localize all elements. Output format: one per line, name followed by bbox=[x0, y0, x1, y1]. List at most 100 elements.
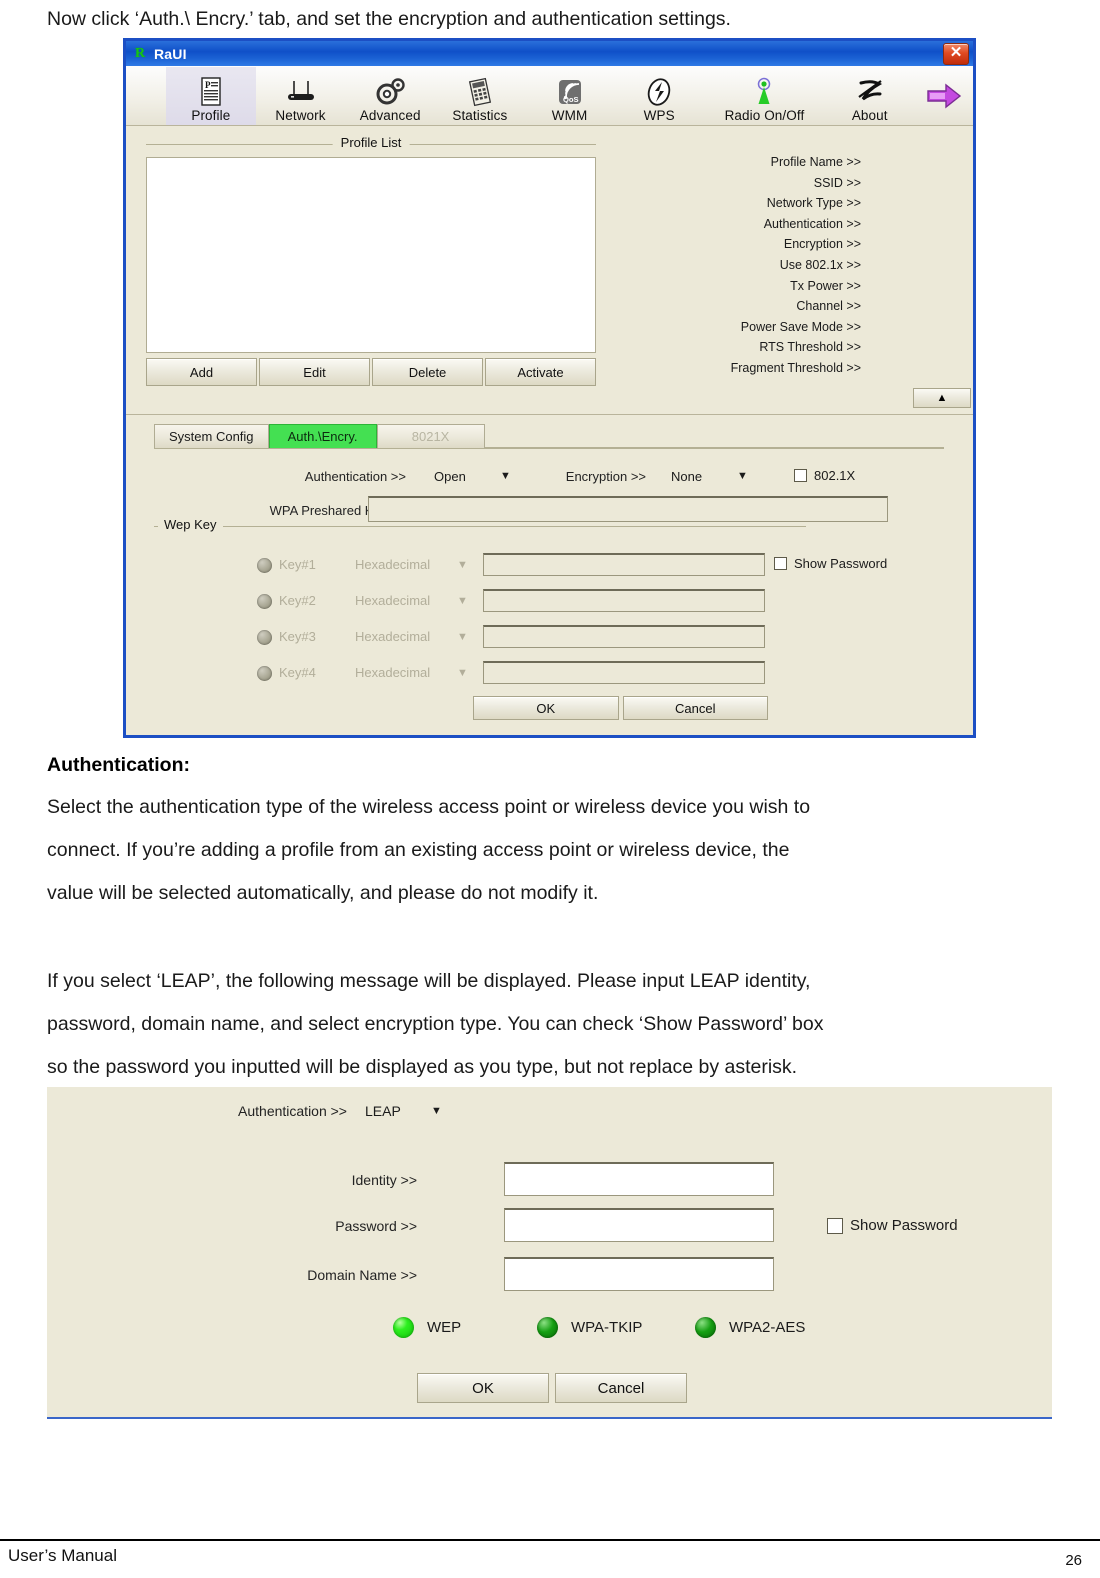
para1-line2: connect. If you’re adding a profile from… bbox=[47, 839, 790, 861]
raui-logo-icon: R bbox=[134, 45, 146, 61]
key3-format[interactable]: Hexadecimal bbox=[355, 629, 430, 644]
toolbar-item-wmm[interactable]: QoS WMM bbox=[525, 67, 615, 125]
toolbar-label-advanced: Advanced bbox=[359, 108, 421, 123]
domain-name-input[interactable] bbox=[504, 1257, 774, 1291]
profile-list-area[interactable] bbox=[146, 157, 596, 353]
password-input[interactable] bbox=[504, 1208, 774, 1242]
chevron-down-icon[interactable]: ▼ bbox=[457, 667, 468, 679]
password-label: Password >> bbox=[335, 1218, 417, 1234]
wpa2-aes-radio[interactable] bbox=[695, 1317, 716, 1338]
tab-8021x[interactable]: 8021X bbox=[376, 424, 485, 448]
raui-window: R RaUI ✕ P Profile Network Advanced Stat… bbox=[123, 38, 976, 738]
prop-profile-name: Profile Name >> bbox=[770, 155, 861, 169]
tab-system-config[interactable]: System Config bbox=[154, 424, 269, 448]
delete-button[interactable]: Delete bbox=[372, 358, 483, 386]
dot1x-checkbox[interactable]: 802.1X bbox=[794, 468, 855, 483]
wps-icon bbox=[645, 76, 673, 108]
leap-cancel-button[interactable]: Cancel bbox=[555, 1373, 687, 1403]
encryption-value: None bbox=[671, 469, 703, 484]
prop-authentication: Authentication >> bbox=[763, 216, 861, 231]
key3-radio[interactable] bbox=[257, 630, 272, 645]
ok-button[interactable]: OK bbox=[473, 696, 619, 720]
footer-manual-label: User’s Manual bbox=[8, 1546, 117, 1565]
profile-icon: P bbox=[197, 76, 225, 108]
toolbar-item-advanced[interactable]: Advanced bbox=[345, 67, 435, 125]
svg-text:QoS: QoS bbox=[563, 95, 579, 104]
toolbar-item-wps[interactable]: WPS bbox=[614, 67, 704, 125]
settings-tabs: System Config Auth.\Encry. 8021X bbox=[154, 424, 944, 449]
main-toolbar: P Profile Network Advanced Statistics Qo… bbox=[126, 66, 973, 126]
wpa-tkip-radio[interactable] bbox=[537, 1317, 558, 1338]
para2-line2: password, domain name, and select encryp… bbox=[47, 1013, 824, 1035]
purple-arrow-icon[interactable] bbox=[915, 67, 973, 125]
activate-button[interactable]: Activate bbox=[485, 358, 596, 386]
key4-label: Key#4 bbox=[279, 665, 316, 680]
prop-network-type: Network Type >> bbox=[766, 196, 861, 211]
section-heading: Authentication: bbox=[47, 754, 190, 776]
toolbar-label-about: About bbox=[851, 108, 888, 123]
chevron-down-icon[interactable]: ▼ bbox=[457, 631, 468, 643]
panel-divider bbox=[126, 414, 973, 415]
key4-format[interactable]: Hexadecimal bbox=[355, 665, 430, 680]
tab-auth-encry[interactable]: Auth.\Encry. bbox=[268, 424, 377, 448]
add-button[interactable]: Add bbox=[146, 358, 257, 386]
dot1x-label: 802.1X bbox=[814, 468, 856, 483]
toolbar-item-about[interactable]: About bbox=[825, 67, 915, 125]
identity-label: Identity >> bbox=[351, 1172, 417, 1188]
cancel-button[interactable]: Cancel bbox=[622, 696, 768, 720]
toolbar-item-statistics[interactable]: Statistics bbox=[435, 67, 525, 125]
encryption-select[interactable]: None ▼ bbox=[671, 469, 748, 484]
wep-show-password-label: Show Password bbox=[794, 556, 888, 571]
wep-key-group: Wep Key bbox=[154, 517, 806, 532]
key1-radio[interactable] bbox=[257, 558, 272, 573]
wmm-qos-icon: QoS bbox=[555, 76, 585, 108]
key2-format[interactable]: Hexadecimal bbox=[355, 593, 430, 608]
key4-input[interactable] bbox=[483, 661, 765, 684]
tabstrip-filler bbox=[484, 424, 944, 448]
collapse-panel-button[interactable]: ▲ bbox=[913, 388, 971, 408]
chevron-down-icon[interactable]: ▼ bbox=[457, 559, 468, 571]
leap-ok-button[interactable]: OK bbox=[417, 1373, 549, 1403]
toolbar-item-profile[interactable]: P Profile bbox=[166, 67, 256, 125]
key2-label: Key#2 bbox=[279, 593, 316, 608]
key3-label: Key#3 bbox=[279, 629, 316, 644]
raui-dialog-buttons: OK Cancel bbox=[473, 696, 768, 720]
toolbar-label-radio-onoff: Radio On/Off bbox=[724, 108, 805, 123]
key4-radio[interactable] bbox=[257, 666, 272, 681]
key1-input[interactable] bbox=[483, 553, 765, 576]
key2-radio[interactable] bbox=[257, 594, 272, 609]
leap-settings-dialog: Authentication >> LEAP ▼ Identity >> Pas… bbox=[47, 1087, 1052, 1419]
key1-format[interactable]: Hexadecimal bbox=[355, 557, 430, 572]
prop-rts-threshold: RTS Threshold >> bbox=[759, 340, 861, 355]
leap-dialog-buttons: OK Cancel bbox=[417, 1373, 687, 1403]
wpa-tkip-radio-label: WPA-TKIP bbox=[571, 1319, 643, 1336]
footer-page-number: 26 bbox=[1065, 1552, 1082, 1569]
wpa2-aes-radio-label: WPA2-AES bbox=[729, 1319, 806, 1336]
close-icon[interactable]: ✕ bbox=[943, 43, 969, 65]
encryption-label: Encryption >> bbox=[565, 469, 646, 484]
svg-text:P: P bbox=[205, 80, 211, 90]
leap-show-password-checkbox[interactable]: Show Password bbox=[827, 1217, 958, 1234]
toolbar-item-radio-onoff[interactable]: Radio On/Off bbox=[704, 67, 825, 125]
edit-button[interactable]: Edit bbox=[259, 358, 370, 386]
toolbar-item-network[interactable]: Network bbox=[256, 67, 346, 125]
toolbar-label-network: Network bbox=[275, 108, 326, 123]
radio-onoff-icon bbox=[751, 76, 777, 108]
wep-radio[interactable] bbox=[393, 1317, 414, 1338]
authentication-value: Open bbox=[434, 469, 466, 484]
identity-input[interactable] bbox=[504, 1162, 774, 1196]
wpa-psk-input[interactable] bbox=[368, 496, 888, 522]
profile-list-title: Profile List bbox=[332, 135, 410, 150]
leap-authentication-select[interactable]: LEAP ▼ bbox=[365, 1103, 442, 1119]
key3-input[interactable] bbox=[483, 625, 765, 648]
checkbox-box bbox=[794, 469, 807, 482]
profile-list-group: Profile List bbox=[146, 135, 596, 382]
about-icon bbox=[855, 76, 885, 108]
wep-show-password-checkbox[interactable]: Show Password bbox=[774, 556, 887, 571]
leap-authentication-value: LEAP bbox=[365, 1103, 401, 1119]
chevron-down-icon[interactable]: ▼ bbox=[457, 595, 468, 607]
toolbar-label-statistics: Statistics bbox=[452, 108, 508, 123]
key2-input[interactable] bbox=[483, 589, 765, 612]
advanced-icon bbox=[373, 76, 407, 108]
leap-authentication-label: Authentication >> bbox=[238, 1103, 347, 1119]
